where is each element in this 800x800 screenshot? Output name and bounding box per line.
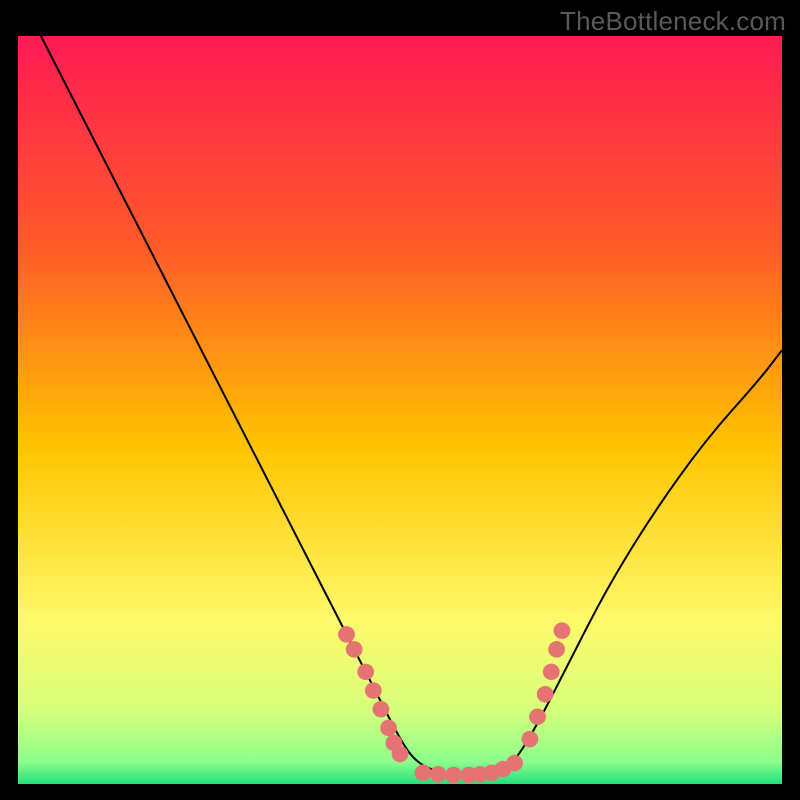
marker-dot	[338, 626, 355, 642]
marker-dot	[543, 664, 560, 680]
marker-dot	[415, 765, 432, 781]
marker-dot	[357, 664, 374, 680]
marker-dot	[506, 755, 523, 771]
marker-dot	[346, 641, 363, 657]
gradient-background	[18, 36, 782, 784]
marker-dot	[430, 766, 447, 782]
marker-dot	[392, 746, 409, 762]
marker-dot	[548, 641, 565, 657]
watermark-text: TheBottleneck.com	[560, 6, 786, 37]
marker-dot	[380, 720, 397, 736]
marker-dot	[445, 767, 462, 783]
marker-dot	[554, 622, 571, 638]
chart-plot-area	[18, 36, 782, 784]
marker-dot	[365, 682, 382, 698]
marker-dot	[372, 701, 389, 717]
chart-frame: TheBottleneck.com	[0, 0, 800, 800]
chart-svg	[18, 36, 782, 784]
marker-dot	[521, 731, 538, 747]
marker-dot	[529, 708, 546, 724]
marker-dot	[537, 686, 554, 702]
